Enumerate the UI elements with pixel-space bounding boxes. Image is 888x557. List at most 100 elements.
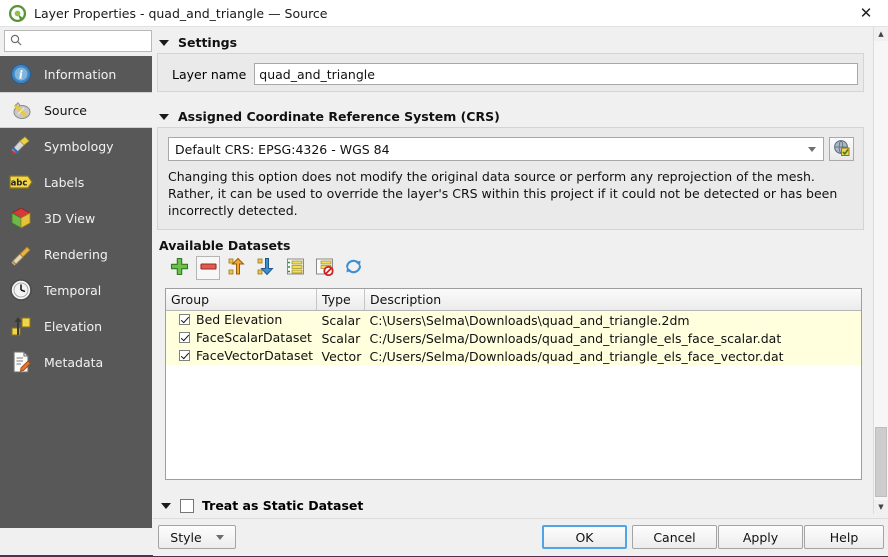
static-dataset-row[interactable]: Treat as Static Dataset — [161, 498, 363, 513]
dataset-group-label: FaceScalarDataset — [196, 330, 312, 345]
settings-search-box[interactable] — [4, 30, 152, 52]
select-crs-button[interactable] — [829, 137, 854, 161]
sidebar-item-source[interactable]: Source — [0, 92, 152, 128]
sidebar-item-symbology[interactable]: Symbology — [0, 128, 152, 164]
sidebar-item-label: Labels — [44, 175, 84, 190]
treat-as-static-dataset-checkbox[interactable] — [180, 499, 194, 513]
minus-red-icon — [199, 257, 218, 279]
dataset-description-cell: C:\Users\Selma\Downloads\quad_and_triang… — [365, 311, 862, 330]
sidebar-item-3d-view[interactable]: 3D View — [0, 200, 152, 236]
properties-sidebar[interactable]: i Information Source — [0, 56, 152, 528]
svg-text:abc: abc — [11, 179, 28, 189]
labels-abc-icon: abc — [8, 169, 34, 195]
temporal-clock-icon — [8, 277, 34, 303]
sidebar-item-temporal[interactable]: Temporal — [0, 272, 152, 308]
settings-section-header[interactable]: Settings — [159, 35, 237, 50]
sidebar-item-label: 3D View — [44, 211, 95, 226]
chevron-down-icon[interactable] — [216, 535, 224, 540]
qgis-logo-icon — [9, 5, 26, 22]
sidebar-item-metadata[interactable]: Metadata — [0, 344, 152, 380]
source-icon — [8, 97, 34, 123]
crs-group-box: Default CRS: EPSG:4326 - WGS 84 Changing… — [157, 127, 864, 230]
add-dataset-button[interactable] — [167, 256, 191, 280]
svg-text:i: i — [19, 69, 23, 82]
crs-globe-icon — [833, 139, 850, 159]
available-datasets-table[interactable]: Group Type Description Bed Elevation — [165, 288, 862, 480]
3d-view-cube-icon — [8, 205, 34, 231]
collapse-triangle-icon[interactable] — [159, 40, 169, 46]
chevron-down-icon[interactable] — [808, 147, 816, 152]
dataset-type-cell: Vector — [317, 347, 365, 365]
close-icon[interactable]: ✕ — [844, 0, 888, 26]
crs-note-text: Changing this option does not modify the… — [168, 168, 854, 219]
dataset-description-cell: C:/Users/Selma/Downloads/quad_and_triang… — [365, 329, 862, 347]
column-header-description[interactable]: Description — [365, 289, 862, 311]
dataset-checkbox[interactable] — [179, 314, 190, 325]
settings-group-box: Layer name — [157, 53, 864, 92]
section-title: Available Datasets — [159, 238, 290, 253]
dataset-group-cell[interactable]: Bed Elevation — [166, 311, 317, 330]
available-datasets-header: Available Datasets — [159, 238, 290, 253]
list-select-all-icon — [286, 257, 305, 279]
sidebar-item-labels[interactable]: abc Labels — [0, 164, 152, 200]
source-panel: Settings Layer name Assigned Coordinate … — [153, 27, 874, 514]
remove-dataset-button[interactable] — [196, 256, 220, 280]
dataset-checkbox[interactable] — [179, 350, 190, 361]
panel-scrollbar[interactable]: ▲ ▼ — [873, 27, 888, 514]
select-all-datasets-button[interactable] — [283, 256, 307, 280]
style-button[interactable]: Style — [158, 525, 236, 549]
dataset-checkbox[interactable] — [179, 332, 190, 343]
sidebar-item-label: Symbology — [44, 139, 114, 154]
refresh-blue-icon — [344, 257, 363, 279]
dataset-group-cell[interactable]: FaceVectorDataset — [166, 347, 317, 365]
dialog-button-bar: Style OK Cancel Apply Help — [153, 518, 888, 556]
symbology-icon — [8, 133, 34, 159]
sidebar-item-label: Metadata — [44, 355, 103, 370]
sidebar-item-label: Elevation — [44, 319, 102, 334]
sidebar-item-elevation[interactable]: Elevation — [0, 308, 152, 344]
ok-button[interactable]: OK — [542, 525, 627, 549]
assign-extra-dataset-down-button[interactable] — [254, 256, 278, 280]
crs-section-header[interactable]: Assigned Coordinate Reference System (CR… — [159, 109, 500, 124]
table-row[interactable]: FaceScalarDataset Scalar C:/Users/Selma/… — [166, 329, 861, 347]
crs-combobox[interactable]: Default CRS: EPSG:4326 - WGS 84 — [168, 137, 824, 161]
dataset-group-cell[interactable]: FaceScalarDataset — [166, 329, 317, 347]
column-header-type[interactable]: Type — [317, 289, 365, 311]
table-header-row: Group Type Description — [166, 289, 861, 311]
column-header-group[interactable]: Group — [166, 289, 317, 311]
sidebar-item-information[interactable]: i Information — [0, 56, 152, 92]
sidebar-item-label: Rendering — [44, 247, 108, 262]
collapse-triangle-icon[interactable] — [161, 503, 171, 509]
dataset-group-label: Bed Elevation — [196, 312, 282, 327]
scrollbar-thumb[interactable] — [875, 427, 887, 497]
layer-properties-window: Layer Properties - quad_and_triangle — S… — [0, 0, 888, 557]
deselect-all-datasets-button[interactable] — [312, 256, 336, 280]
title-bar-left: Layer Properties - quad_and_triangle — S… — [0, 5, 844, 22]
treat-as-static-dataset-label: Treat as Static Dataset — [202, 498, 363, 513]
metadata-document-icon — [8, 349, 34, 375]
plus-green-icon — [170, 257, 189, 279]
table-row[interactable]: Bed Elevation Scalar C:\Users\Selma\Down… — [166, 311, 861, 330]
sidebar-item-rendering[interactable]: Rendering — [0, 236, 152, 272]
title-bar: Layer Properties - quad_and_triangle — S… — [0, 0, 888, 27]
help-button[interactable]: Help — [804, 525, 884, 549]
crs-selected-value: Default CRS: EPSG:4326 - WGS 84 — [175, 142, 390, 157]
rendering-brush-icon — [8, 241, 34, 267]
scroll-down-arrow-icon[interactable]: ▼ — [874, 500, 888, 514]
collapse-triangle-icon[interactable] — [159, 114, 169, 120]
apply-button[interactable]: Apply — [718, 525, 803, 549]
cancel-button[interactable]: Cancel — [632, 525, 717, 549]
section-title: Assigned Coordinate Reference System (CR… — [178, 109, 500, 124]
reload-datasets-button[interactable] — [341, 256, 365, 280]
assign-extra-dataset-up-button[interactable] — [225, 256, 249, 280]
search-input[interactable] — [26, 34, 144, 48]
window-title: Layer Properties - quad_and_triangle — S… — [34, 6, 328, 21]
table-row[interactable]: FaceVectorDataset Vector C:/Users/Selma/… — [166, 347, 861, 365]
datasets-table: Group Type Description Bed Elevation — [166, 289, 861, 365]
dataset-type-cell: Scalar — [317, 311, 365, 330]
scroll-up-arrow-icon[interactable]: ▲ — [874, 27, 888, 41]
dataset-group-label: FaceVectorDataset — [196, 348, 313, 363]
layer-name-input[interactable] — [254, 63, 858, 85]
style-button-label: Style — [170, 530, 201, 545]
datasets-toolbar[interactable] — [167, 256, 365, 280]
